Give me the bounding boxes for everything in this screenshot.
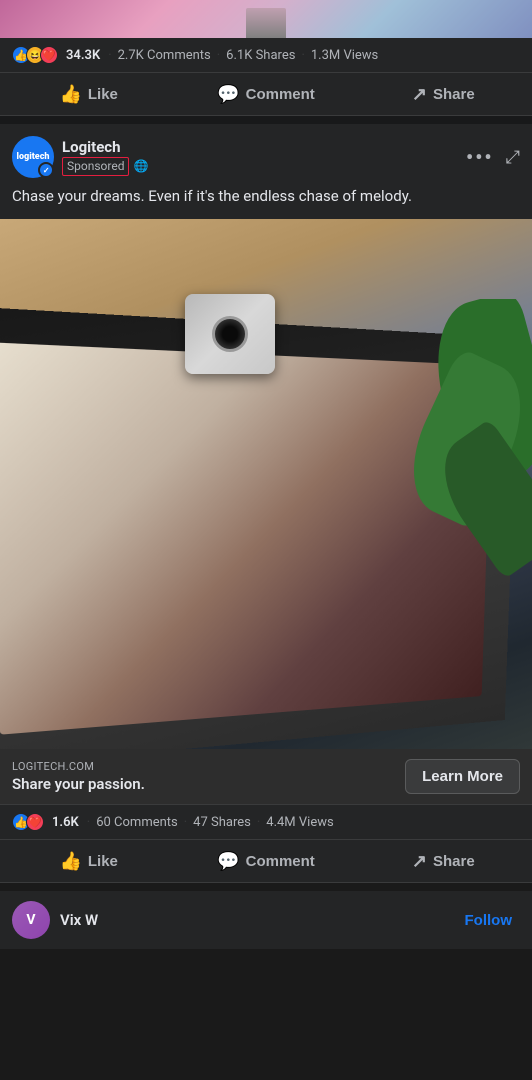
post-text: Chase your dreams. Even if it's the endl… — [0, 186, 532, 219]
share-button[interactable]: ↗ Share — [355, 75, 532, 113]
avatar[interactable]: logitech ✓ — [12, 136, 54, 178]
follow-avatar: V — [12, 901, 50, 939]
like-icon: 👍 — [59, 85, 81, 103]
verified-badge: ✓ — [38, 162, 54, 178]
ad-share-label: Share — [433, 853, 475, 870]
share-label: Share — [433, 86, 475, 103]
ad-stats-bar: 👍 ❤️ 1.6K · 60 Comments · 47 Shares · 4.… — [0, 804, 532, 840]
share-icon: ↗ — [412, 85, 427, 103]
webcam-lens — [212, 316, 248, 352]
ad-cta-section: LOGITECH.COM Share your passion. Learn M… — [0, 749, 532, 804]
ad-post-header: logitech ✓ Logitech Sponsored 🌐 ••• ⤢ — [0, 124, 532, 186]
ad-share-button[interactable]: ↗ Share — [355, 842, 532, 880]
love-reaction-icon: ❤️ — [40, 46, 58, 64]
like-button[interactable]: 👍 Like — [0, 75, 177, 113]
comment-icon: 💬 — [217, 85, 239, 103]
post-header-actions: ••• ⤢ — [466, 145, 520, 169]
ad-tagline: Share your passion. — [12, 775, 393, 793]
ad-shares-count: 47 Shares — [193, 815, 251, 830]
follow-button[interactable]: Follow — [457, 908, 521, 933]
like-label: Like — [88, 86, 118, 103]
expand-button[interactable]: ⤢ — [506, 147, 520, 168]
first-post-stats-bar: 👍 😆 ❤️ 34.3K · 2.7K Comments · 6.1K Shar… — [0, 38, 532, 73]
comment-button[interactable]: 💬 Comment — [177, 75, 354, 113]
webcam-device — [185, 294, 275, 374]
first-post-action-bar: 👍 Like 💬 Comment ↗ Share — [0, 73, 532, 116]
ad-url: LOGITECH.COM — [12, 760, 393, 773]
sponsored-badge[interactable]: Sponsored — [62, 157, 129, 176]
ad-image — [0, 219, 532, 749]
globe-icon: 🌐 — [133, 159, 148, 173]
more-options-button[interactable]: ••• — [466, 145, 494, 169]
ad-action-bar: 👍 Like 💬 Comment ↗ Share — [0, 840, 532, 883]
ad-like-button[interactable]: 👍 Like — [0, 842, 177, 880]
ad-reactions-count: 1.6K — [52, 815, 79, 830]
ad-cta-text: LOGITECH.COM Share your passion. — [12, 760, 393, 793]
ad-share-icon: ↗ — [412, 852, 427, 870]
ad-love-reaction-icon: ❤️ — [26, 813, 44, 831]
ad-comments-count: 60 Comments — [96, 815, 178, 830]
ad-like-icon: 👍 — [59, 852, 81, 870]
ad-like-label: Like — [88, 853, 118, 870]
top-banner-image — [0, 0, 532, 38]
reaction-icons: 👍 😆 ❤️ — [12, 46, 58, 64]
views-count: 1.3M Views — [311, 48, 378, 63]
ad-comment-label: Comment — [246, 853, 315, 870]
reactions-count: 34.3K — [66, 48, 100, 63]
follow-section: V Vix W Follow — [0, 891, 532, 949]
shares-count: 6.1K Shares — [226, 48, 295, 63]
comment-label: Comment — [246, 86, 315, 103]
post-author[interactable]: Logitech — [62, 138, 466, 156]
plant-decoration — [362, 299, 532, 619]
post-separator — [0, 116, 532, 124]
ad-views-count: 4.4M Views — [266, 815, 333, 830]
post-meta: Sponsored 🌐 — [62, 157, 466, 176]
ad-post: logitech ✓ Logitech Sponsored 🌐 ••• ⤢ Ch… — [0, 124, 532, 883]
ad-comment-button[interactable]: 💬 Comment — [177, 842, 354, 880]
learn-more-button[interactable]: Learn More — [405, 759, 520, 794]
follow-name: Vix W — [60, 911, 457, 929]
ad-reaction-icons: 👍 ❤️ — [12, 813, 44, 831]
ad-comment-icon: 💬 — [217, 852, 239, 870]
comments-count: 2.7K Comments — [118, 48, 211, 63]
post-info: Logitech Sponsored 🌐 — [62, 138, 466, 176]
